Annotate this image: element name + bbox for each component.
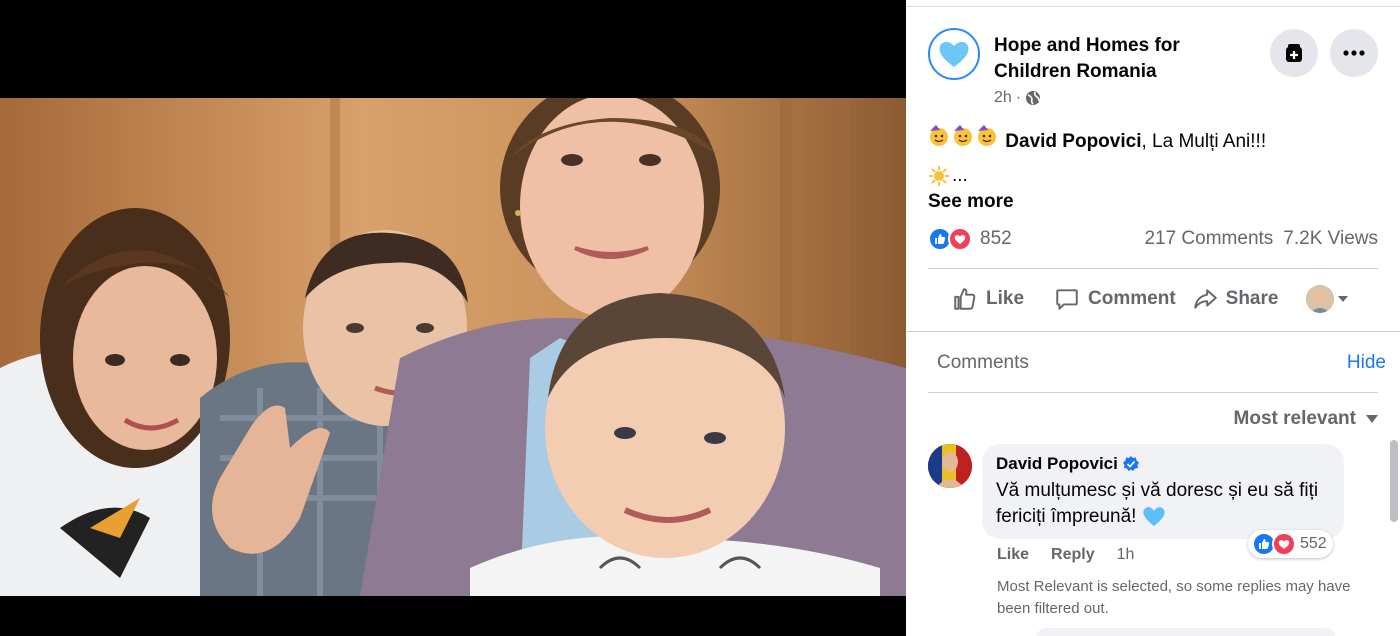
user-avatar: [1306, 285, 1335, 313]
next-comment-bubble: [1036, 628, 1336, 636]
comment-sort-dropdown[interactable]: Most relevant: [1234, 408, 1378, 430]
ellipsis-icon: [1343, 50, 1365, 56]
scrollbar[interactable]: [1390, 440, 1398, 522]
post-text-continued: ...: [928, 165, 968, 187]
comment-time[interactable]: 1h: [1117, 546, 1135, 564]
sun-emoji-icon: [929, 166, 949, 186]
page-avatar[interactable]: [928, 28, 980, 80]
thumbs-up-icon: [954, 288, 976, 310]
comment-bubble: David Popovici Vă mulțumesc și vă doresc…: [982, 444, 1344, 539]
caret-down-icon: [1366, 415, 1378, 423]
heart-logo-icon: [935, 35, 973, 73]
sort-label: Most relevant: [1233, 408, 1356, 429]
divider: [928, 268, 1378, 269]
comments-count-link[interactable]: 217 Comments: [1144, 228, 1273, 250]
video-frame[interactable]: [0, 98, 906, 596]
post-actions: Like Comment Share: [928, 276, 1378, 322]
meta-separator: ·: [1015, 89, 1022, 106]
comment-like-button[interactable]: Like: [997, 546, 1029, 564]
comment-bubble-icon: [1056, 289, 1078, 310]
comment-text: Vă mulțumesc și vă doresc și eu să fiți …: [996, 478, 1330, 530]
hide-comments-link[interactable]: Hide: [1347, 352, 1386, 374]
post-meta: 2h ·: [994, 89, 1041, 107]
blue-heart-emoji-icon: [1143, 507, 1165, 526]
comment-actions: Like Reply 1h: [997, 546, 1134, 564]
mention-link[interactable]: David Popovici: [1005, 131, 1141, 152]
post-text: David Popovici, La Mulți Ani!!!: [928, 125, 1266, 154]
reaction-identity-selector[interactable]: [1306, 285, 1349, 313]
love-reaction-icon: [1272, 532, 1296, 556]
post-time[interactable]: 2h: [994, 89, 1012, 107]
commenter-avatar[interactable]: [928, 444, 972, 488]
comments-heading: Comments: [937, 352, 1029, 373]
views-count: 7.2K Views: [1283, 228, 1378, 249]
comment-button[interactable]: Comment: [1054, 286, 1176, 312]
comment-reaction-count: 552: [1300, 535, 1327, 552]
divider: [906, 331, 1400, 332]
media-viewer[interactable]: [0, 0, 906, 636]
page-name-link[interactable]: Hope and Homes for Children Romania: [994, 33, 1244, 85]
family-photo: [0, 98, 906, 596]
see-more-link[interactable]: See more: [928, 191, 1014, 213]
caret-down-icon: [1338, 296, 1349, 302]
comment-reply-button[interactable]: Reply: [1051, 546, 1095, 564]
globe-icon: [1026, 91, 1041, 105]
text-ellipsis: ...: [952, 165, 968, 186]
love-reaction-icon: [948, 227, 972, 251]
bookmark-plus-icon: [1286, 44, 1302, 62]
comment-label: Comment: [1088, 288, 1176, 309]
post-panel: Hope and Homes for Children Romania 2h ·…: [906, 0, 1400, 636]
share-label: Share: [1225, 288, 1279, 309]
comment-reactions[interactable]: 552: [1248, 530, 1333, 558]
party-emoji-icon: [928, 125, 1005, 152]
divider: [906, 6, 1400, 7]
like-label: Like: [986, 288, 1025, 309]
divider: [928, 392, 1378, 393]
like-button[interactable]: Like: [952, 286, 1024, 312]
more-options-button[interactable]: [1330, 29, 1378, 77]
comment-author-name: David Popovici: [996, 454, 1118, 473]
share-button[interactable]: Share: [1192, 286, 1279, 312]
comment-author[interactable]: David Popovici: [996, 454, 1330, 474]
post-stats: 852 217 Comments 7.2K Views: [928, 225, 1378, 253]
post-body: , La Mulți Ani!!!: [1141, 131, 1267, 152]
verified-badge-icon: [1122, 456, 1139, 471]
reactions-summary[interactable]: 852: [928, 227, 1012, 251]
add-to-collection-button[interactable]: [1270, 29, 1318, 77]
filter-note: Most Relevant is selected, so some repli…: [997, 578, 1351, 617]
reaction-count: 852: [980, 228, 1012, 249]
share-arrow-icon: [1193, 289, 1217, 309]
